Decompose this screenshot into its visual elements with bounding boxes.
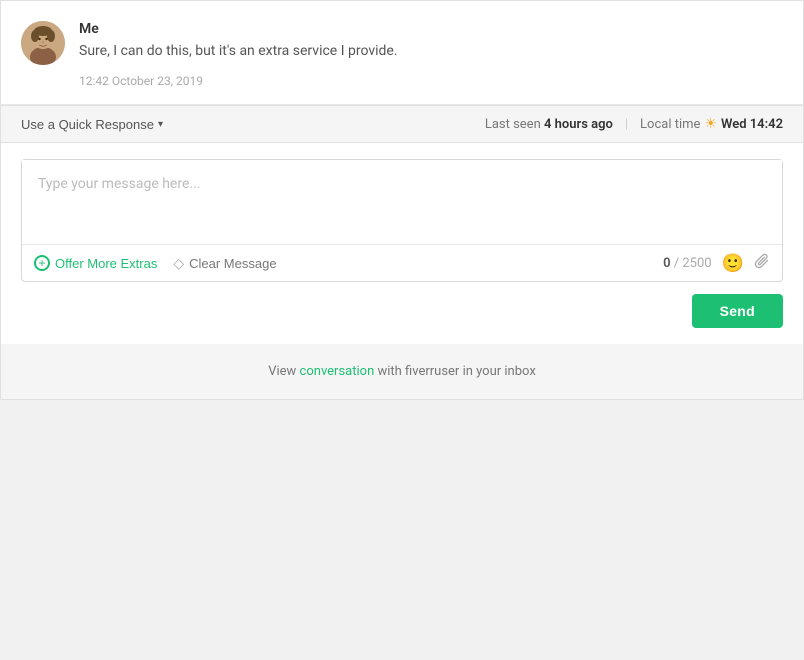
local-time-info: Local time ☀ Wed 14:42 <box>640 116 783 132</box>
compose-area: + Offer More Extras ◇ Clear Message 0 / … <box>1 159 803 344</box>
quick-response-label: Use a Quick Response <box>21 117 154 132</box>
attach-button[interactable] <box>754 253 770 273</box>
char-current: 0 <box>663 256 670 271</box>
toolbar-right-info: Last seen 4 hours ago | Local time ☀ Wed… <box>485 116 783 132</box>
message-input[interactable] <box>22 160 782 240</box>
avatar <box>21 21 65 65</box>
footer-area: View conversation with fiverruser in you… <box>1 344 803 399</box>
last-seen-info: Last seen 4 hours ago <box>485 117 613 132</box>
offer-extras-label: Offer More Extras <box>55 256 157 271</box>
compose-left-actions: + Offer More Extras ◇ Clear Message <box>34 255 277 272</box>
conversation-link[interactable]: conversation <box>300 364 375 379</box>
message-time: 12:42 October 23, 2019 <box>79 74 783 88</box>
plus-circle-icon: + <box>34 255 50 271</box>
char-count: 0 / 2500 <box>663 256 712 271</box>
message-area: Me Sure, I can do this, but it's an extr… <box>1 1 803 105</box>
send-row: Send <box>1 282 803 344</box>
empty-area <box>0 400 804 600</box>
local-time-label: Local time <box>640 117 700 132</box>
clear-message-button[interactable]: ◇ Clear Message <box>173 255 276 272</box>
paperclip-icon <box>754 253 770 269</box>
compose-actions: + Offer More Extras ◇ Clear Message 0 / … <box>22 244 782 281</box>
send-button[interactable]: Send <box>692 294 783 328</box>
divider: | <box>625 117 628 132</box>
message-content: Me Sure, I can do this, but it's an extr… <box>79 21 783 88</box>
chat-container: Me Sure, I can do this, but it's an extr… <box>0 0 804 400</box>
footer-text: View conversation with fiverruser in you… <box>21 364 783 379</box>
message-row: Me Sure, I can do this, but it's an extr… <box>21 21 783 88</box>
compose-right-actions: 0 / 2500 🙂 <box>663 253 770 273</box>
last-seen-value: 4 hours ago <box>544 117 613 132</box>
sun-icon: ☀ <box>704 116 717 132</box>
eraser-icon: ◇ <box>173 255 184 272</box>
message-text: Sure, I can do this, but it's an extra s… <box>79 41 783 62</box>
offer-extras-button[interactable]: + Offer More Extras <box>34 255 157 271</box>
clear-message-label: Clear Message <box>189 256 276 271</box>
chevron-down-icon: ▾ <box>158 119 163 130</box>
quick-response-button[interactable]: Use a Quick Response ▾ <box>21 117 163 132</box>
footer-text-after: with fiverruser in your inbox <box>374 364 536 379</box>
local-time-value: Wed 14:42 <box>721 117 783 132</box>
emoji-button[interactable]: 🙂 <box>722 254 744 272</box>
footer-text-before: View <box>268 364 299 379</box>
compose-box: + Offer More Extras ◇ Clear Message 0 / … <box>21 159 783 282</box>
last-seen-label: Last seen <box>485 117 541 132</box>
sender-name: Me <box>79 21 783 37</box>
toolbar-bar: Use a Quick Response ▾ Last seen 4 hours… <box>1 105 803 143</box>
char-max: 2500 <box>682 256 711 271</box>
